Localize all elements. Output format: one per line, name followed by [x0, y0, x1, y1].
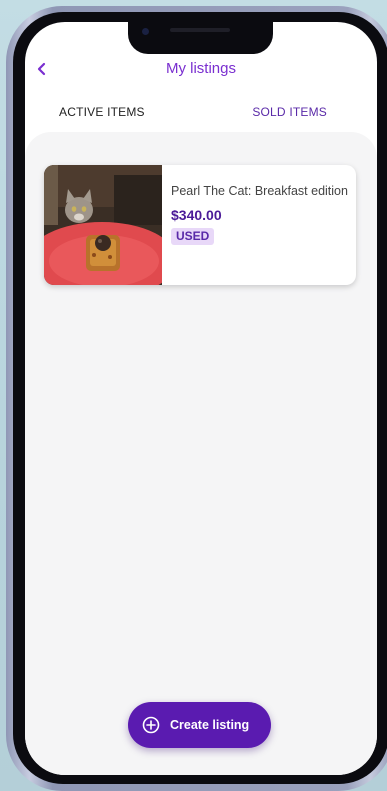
- listing-tabs: ACTIVE ITEMS SOLD ITEMS: [25, 102, 377, 126]
- page-title: My listings: [165, 60, 236, 77]
- phone-screen: My listings ACTIVE ITEMS SOLD ITEMS Pear…: [25, 22, 377, 775]
- tab-sold-items[interactable]: SOLD ITEMS: [252, 102, 327, 122]
- listing-card[interactable]: Pearl The Cat: Breakfast edition $340.00…: [44, 165, 356, 285]
- phone-notch: [128, 22, 273, 54]
- listing-info: Pearl The Cat: Breakfast edition $340.00…: [171, 183, 351, 245]
- listing-title: Pearl The Cat: Breakfast edition: [171, 184, 348, 198]
- create-listing-button[interactable]: Create listing: [128, 702, 271, 748]
- plus-circle-icon: [142, 716, 160, 734]
- tab-active-items[interactable]: ACTIVE ITEMS: [59, 102, 145, 122]
- listing-photo: [44, 165, 162, 285]
- cat-and-waffle-photo: [44, 165, 162, 285]
- listings-panel: Pearl The Cat: Breakfast edition $340.00…: [25, 132, 377, 775]
- condition-badge: USED: [171, 228, 215, 245]
- listing-price: $340.00: [171, 207, 222, 223]
- camera-icon: [142, 28, 149, 35]
- create-listing-label: Create listing: [170, 718, 250, 732]
- speaker-grille: [170, 28, 230, 32]
